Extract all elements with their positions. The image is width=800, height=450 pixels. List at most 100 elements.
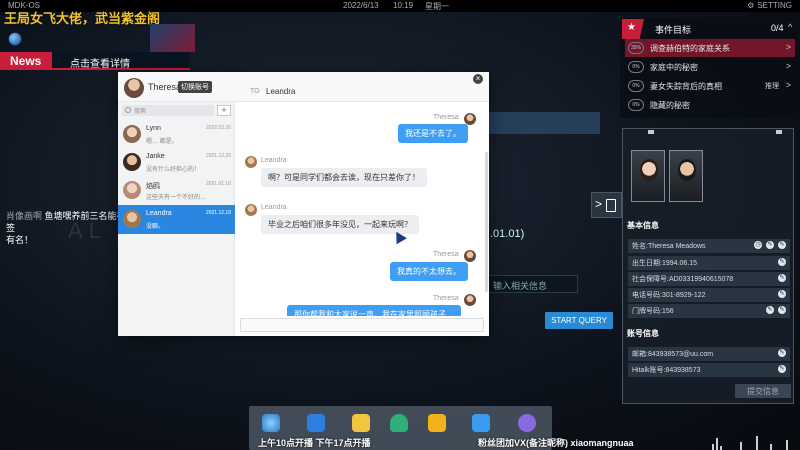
avatar — [123, 153, 141, 171]
audio-bar — [770, 444, 772, 450]
task-label: 调查赫伯特的家庭关系 — [650, 44, 730, 53]
info-value: 电话号码:301-8929-122 — [632, 292, 706, 299]
news-label: News — [0, 52, 52, 70]
task-item[interactable]: 0% 隐藏的秘密 — [625, 96, 795, 114]
task-item[interactable]: 0% 家庭中的秘密 > — [625, 58, 795, 76]
contact-date: 2022.02.20 — [205, 125, 231, 131]
mission-title: 事件目标 — [655, 25, 692, 35]
edit-icon[interactable]: ✎ — [766, 306, 774, 314]
info-row: 出生日期:1994.06.15 ✎ — [628, 256, 790, 270]
contact-preview: 嗯… 都是。 — [146, 139, 178, 145]
task-label: 妻女失踪背后的真相 — [650, 82, 722, 91]
contact-name: 焰鸥 — [146, 183, 160, 190]
contact-item-leandra[interactable]: Leandra 2021.12.18 没聊。 — [118, 205, 235, 234]
basic-info-heading: 基本信息 — [627, 221, 659, 230]
info-value: Hitalk账号:843938573 — [632, 367, 701, 374]
contact-preview: 这些天有一个不好的… — [146, 195, 207, 201]
info-value: 邮箱:843938573@uu.com — [632, 351, 714, 358]
link-app-icon[interactable] — [472, 414, 490, 432]
contact-date: 2021.01.10 — [205, 181, 231, 187]
portrait-man[interactable] — [669, 150, 703, 202]
audio-bar — [712, 444, 714, 450]
date-label: 2022/6/13 — [343, 1, 379, 10]
stream-schedule-overlay: 上午10点开播 下午17点开播 — [258, 438, 371, 448]
star-icon: ★ — [627, 22, 636, 33]
avatar — [123, 125, 141, 143]
edit-icon[interactable]: ✎ — [778, 258, 786, 266]
edit-icon[interactable]: ✎ — [778, 349, 786, 357]
edit-icon[interactable]: ✎ — [778, 306, 786, 314]
to-label: TO — [250, 88, 260, 95]
close-button[interactable]: × — [473, 74, 483, 84]
settings-button[interactable]: ⚙ SETTING — [747, 1, 792, 10]
contact-preview: 没聊。 — [146, 224, 165, 230]
background-date-fragment: .01.01) — [490, 228, 525, 240]
portrait-theresa[interactable] — [631, 150, 665, 202]
query-input[interactable]: 输入相关信息 — [488, 275, 578, 293]
add-contact-button[interactable]: + — [217, 105, 231, 116]
recipient-name: Leandra — [266, 87, 296, 96]
query-header-strip — [488, 112, 600, 134]
contact-name: Leandra — [146, 210, 172, 217]
contact-item-janke[interactable]: Janke 2021.12.20 没有什么好担心的！ — [118, 148, 235, 177]
message-bubble: 那你帮我和大家说一声，我在家里照顾孩子… — [287, 305, 461, 316]
task-extra: 推理 — [765, 83, 779, 90]
info-value: 出生日期:1994.06.15 — [632, 260, 697, 267]
task-item[interactable]: 0% 妻女失踪背后的真相 推理 > — [625, 77, 795, 95]
user-avatar — [124, 78, 144, 98]
history-icon[interactable]: ◷ — [754, 241, 762, 249]
edit-icon[interactable]: ✎ — [778, 241, 786, 249]
gear-icon: ⚙ — [747, 1, 755, 10]
settings-label: SETTING — [757, 1, 792, 10]
info-row: 邮箱:843938573@uu.com ✎ — [628, 347, 790, 361]
security-app-icon[interactable] — [390, 414, 408, 432]
scrollbar[interactable] — [485, 152, 488, 292]
sender-name: Theresa — [433, 295, 459, 302]
info-value: 门牌号码:156 — [632, 308, 674, 315]
contact-item-yanou[interactable]: 焰鸥 2021.01.10 这些天有一个不好的… — [118, 176, 235, 205]
edit-icon[interactable]: ✎ — [778, 290, 786, 298]
edit-icon[interactable]: ✎ — [778, 274, 786, 282]
badge-icon — [606, 199, 616, 212]
profile-toggle-button[interactable]: > — [591, 192, 622, 218]
news-details-link[interactable]: 点击查看详情 — [70, 55, 130, 70]
message-input[interactable] — [240, 318, 484, 332]
edit-icon[interactable]: ✎ — [778, 365, 786, 373]
start-query-button[interactable]: START QUERY — [545, 312, 613, 329]
task-progress: 35% — [628, 42, 644, 54]
contact-preview: 没有什么好担心的！ — [146, 167, 201, 173]
avatar — [123, 210, 141, 228]
weekday-label: 星期一 — [425, 2, 449, 11]
edit-icon[interactable]: ✎ — [766, 241, 774, 249]
globe-app-icon[interactable] — [262, 414, 280, 432]
switch-account-button[interactable]: 切换账号 — [178, 81, 212, 93]
phone-app-icon[interactable] — [518, 414, 536, 432]
audio-bar — [720, 446, 722, 450]
audio-bar — [740, 442, 742, 450]
info-row: Hitalk账号:843938573 ✎ — [628, 363, 790, 377]
search-icon — [125, 107, 131, 113]
chat-header: Theresa 切换账号 TO Leandra × — [118, 72, 489, 102]
task-item[interactable]: 35% 调查赫伯特的家庭关系 > — [625, 39, 795, 57]
task-progress: 0% — [628, 80, 644, 92]
info-row: 电话号码:301-8929-122 ✎ — [628, 288, 790, 302]
submit-info-button[interactable]: 提交信息 — [735, 384, 791, 398]
avatar — [464, 294, 476, 306]
news-decoration — [150, 24, 195, 52]
audio-bar — [786, 440, 788, 450]
mail-app-icon[interactable] — [307, 414, 325, 432]
notes-app-icon[interactable] — [352, 414, 370, 432]
message-out: Theresa 那你帮我和大家说一声，我在家里照顾孩子… — [235, 102, 489, 316]
collapse-button[interactable]: ^ — [788, 22, 792, 32]
danmaku-nick: 肖像画啊 — [6, 211, 43, 221]
contact-search-input[interactable]: 搜索 — [122, 105, 214, 116]
hitalk-app-icon[interactable] — [428, 414, 446, 432]
info-row: 姓名:Theresa Meadows ◷ ✎ ✎ — [628, 239, 790, 253]
contact-item-lynn[interactable]: Lynn 2022.02.20 嗯… 都是。 — [118, 120, 235, 149]
user-name: Theresa — [148, 82, 182, 92]
chevron-right-icon: > — [595, 197, 603, 211]
contact-sidebar: 搜索 + Lynn 2022.02.20 嗯… 都是。 Janke 2021.1… — [118, 102, 235, 336]
handle-text: xiaomangnuaa — [570, 438, 634, 448]
contact-date: 2021.12.20 — [205, 153, 231, 159]
danmaku-text-2: 有名！ — [6, 235, 34, 245]
